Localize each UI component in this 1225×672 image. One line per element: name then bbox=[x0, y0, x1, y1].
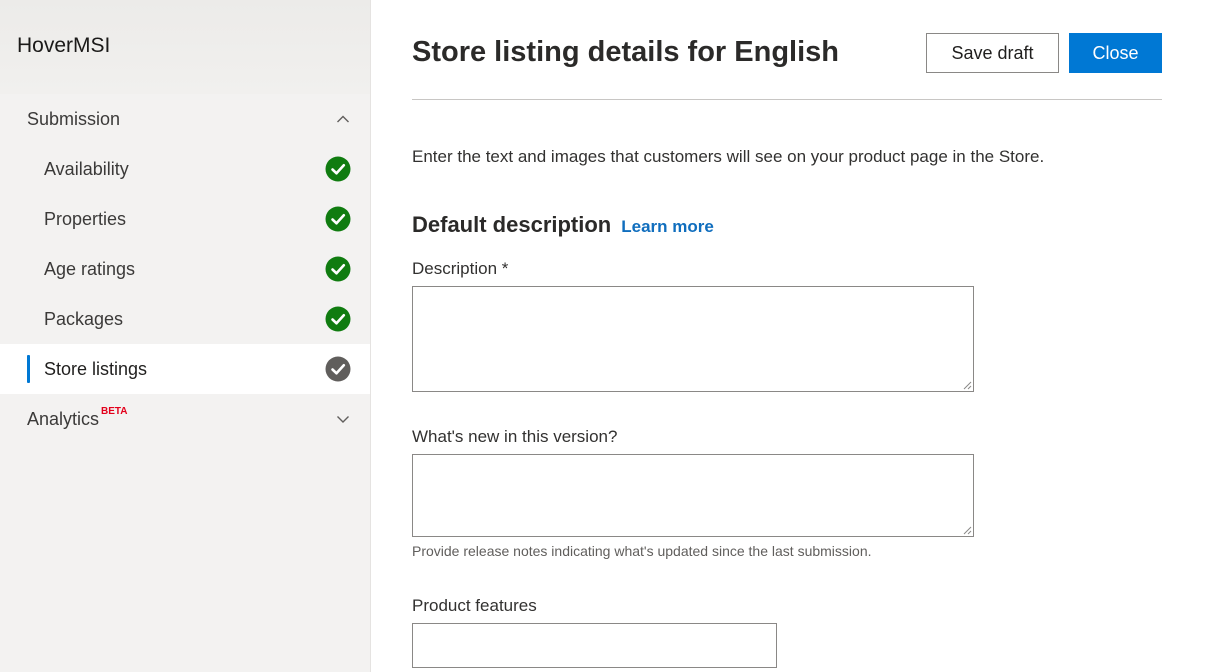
learn-more-link[interactable]: Learn more bbox=[621, 217, 714, 236]
sidebar-item-availability[interactable]: Availability bbox=[0, 144, 370, 194]
resize-grip-icon[interactable] bbox=[962, 380, 972, 390]
sidebar-item-label: Age ratings bbox=[44, 258, 136, 279]
nav-group-submission[interactable]: Submission bbox=[0, 94, 370, 144]
save-draft-button[interactable]: Save draft bbox=[926, 33, 1059, 73]
close-button[interactable]: Close bbox=[1069, 33, 1162, 73]
chevron-up-icon bbox=[337, 115, 349, 123]
page-title: Store listing details for English bbox=[412, 36, 839, 68]
whats-new-label: What's new in this version? bbox=[412, 427, 618, 446]
sidebar-item-age-ratings[interactable]: Age ratings bbox=[0, 244, 370, 294]
check-circle-icon bbox=[325, 256, 351, 282]
check-circle-icon bbox=[325, 206, 351, 232]
check-circle-icon bbox=[325, 156, 351, 182]
section-heading-default-description: Default description Learn more bbox=[412, 212, 714, 238]
description-label: Description * bbox=[412, 259, 509, 278]
app-header: HoverMSI bbox=[0, 0, 370, 94]
beta-badge: BETA bbox=[101, 405, 128, 417]
sidebar: HoverMSI Submission Availability Propert… bbox=[0, 0, 371, 672]
app-title: HoverMSI bbox=[17, 34, 111, 57]
check-circle-icon bbox=[325, 356, 351, 382]
nav-group-label: Submission bbox=[27, 108, 121, 129]
chevron-down-icon bbox=[337, 416, 349, 423]
product-features-input[interactable] bbox=[412, 623, 777, 668]
active-indicator bbox=[27, 355, 30, 383]
sidebar-item-properties[interactable]: Properties bbox=[0, 194, 370, 244]
sidebar-item-store-listings[interactable]: Store listings bbox=[0, 344, 370, 394]
intro-text: Enter the text and images that customers… bbox=[412, 147, 1045, 166]
nav-group-analytics[interactable]: Analytics BETA bbox=[0, 394, 370, 444]
sidebar-item-label: Store listings bbox=[44, 358, 148, 379]
sidebar-item-label: Packages bbox=[44, 308, 124, 329]
section-heading-text: Default description bbox=[412, 212, 612, 237]
sidebar-item-packages[interactable]: Packages bbox=[0, 294, 370, 344]
product-features-label: Product features bbox=[412, 596, 537, 615]
sidebar-item-label: Properties bbox=[44, 208, 127, 229]
nav-group-label: Analytics bbox=[27, 408, 100, 429]
check-circle-icon bbox=[325, 306, 351, 332]
whats-new-textarea[interactable] bbox=[412, 454, 974, 537]
whats-new-helper-text: Provide release notes indicating what's … bbox=[412, 543, 872, 559]
header-divider bbox=[412, 99, 1162, 100]
description-textarea[interactable] bbox=[412, 286, 974, 392]
sidebar-item-label: Availability bbox=[44, 158, 129, 179]
resize-grip-icon[interactable] bbox=[962, 525, 972, 535]
